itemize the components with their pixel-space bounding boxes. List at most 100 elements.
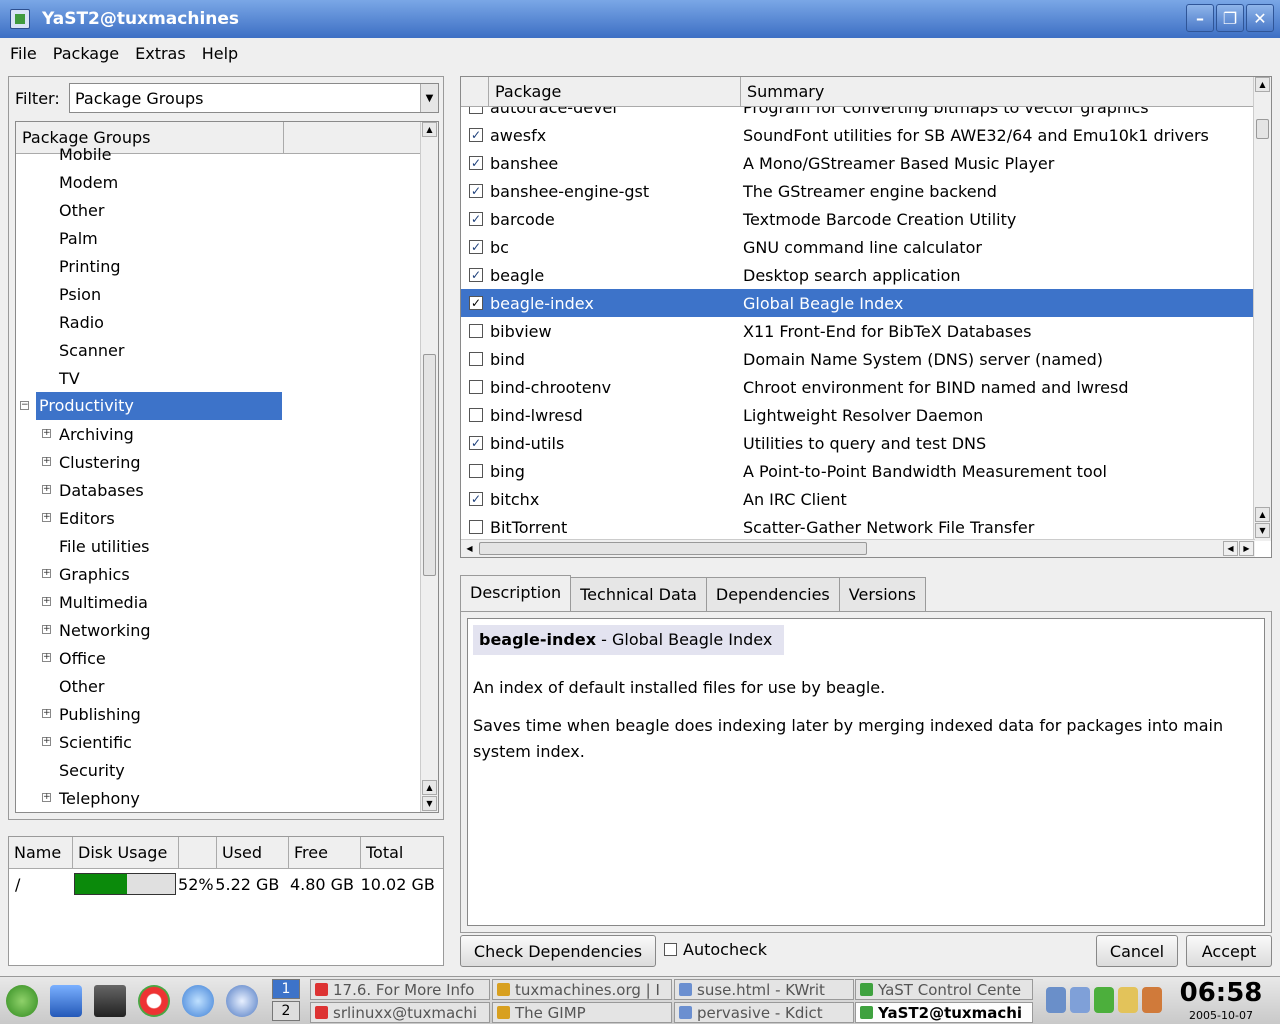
taskbar-task-button[interactable]: YaST Control Cente	[855, 979, 1033, 1000]
tree-item[interactable]: File utilities	[16, 532, 420, 560]
tab-description[interactable]: Description	[460, 575, 572, 611]
dropdown-arrow-icon[interactable]: ▼	[420, 84, 438, 112]
tree-item[interactable]: + Clustering	[16, 448, 420, 476]
expand-icon[interactable]: +	[42, 625, 51, 634]
package-vscrollbar[interactable]: ▲ ▲ ▼	[1253, 77, 1271, 541]
table-row[interactable]: bibview X11 Front-End for BibTeX Database…	[461, 317, 1255, 345]
tree-item[interactable]: Mobile	[16, 140, 420, 168]
scroll-thumb[interactable]	[1256, 119, 1269, 139]
tree-item[interactable]: Psion	[16, 280, 420, 308]
unchecked-checkbox-icon[interactable]	[469, 520, 483, 534]
taskbar-task-button[interactable]: tuxmachines.org | I	[492, 979, 672, 1000]
tab-technical-data[interactable]: Technical Data	[570, 577, 707, 611]
scroll-left-icon[interactable]: ◀	[1223, 541, 1238, 556]
expand-icon[interactable]: +	[42, 709, 51, 718]
minimize-button[interactable]: –	[1186, 4, 1214, 32]
tree-item[interactable]: + Databases	[16, 476, 420, 504]
table-row[interactable]: ✓ banshee A Mono/GStreamer Based Music Pla…	[461, 149, 1255, 177]
tree-item[interactable]: + Editors	[16, 504, 420, 532]
table-row[interactable]: ✓ bc GNU command line calculator	[461, 233, 1255, 261]
checked-checkbox-icon[interactable]: ✓	[469, 268, 483, 282]
status-column-header[interactable]	[461, 77, 489, 106]
maximize-button[interactable]: ❐	[1216, 4, 1244, 32]
tree-item[interactable]: Security	[16, 756, 420, 784]
unchecked-checkbox-icon[interactable]	[469, 380, 483, 394]
clock[interactable]: 06:58 2005-10-07	[1176, 977, 1266, 1022]
table-row[interactable]: ✓ bind-utils Utilities to query and test D…	[461, 429, 1255, 457]
title-bar[interactable]: YaST2@tuxmachines – ❐ ✕	[0, 0, 1280, 38]
tree-item[interactable]: Scanner	[16, 336, 420, 364]
checkbox-icon[interactable]	[664, 943, 677, 956]
tree-item[interactable]: Other	[16, 672, 420, 700]
close-button[interactable]: ✕	[1246, 4, 1274, 32]
disk-col-percent[interactable]	[179, 837, 217, 868]
volume-icon[interactable]	[1046, 987, 1066, 1013]
taskbar-task-button[interactable]: pervasive - Kdict	[674, 1002, 854, 1023]
table-row[interactable]: ✓ awesfx SoundFont utilities for SB AWE32/…	[461, 121, 1255, 149]
tree-item[interactable]: + Archiving	[16, 420, 420, 448]
tab-versions[interactable]: Versions	[838, 577, 926, 611]
scroll-thumb[interactable]	[423, 354, 436, 576]
desktop-2-button[interactable]: 2	[272, 1001, 300, 1021]
mail-icon[interactable]	[226, 985, 258, 1017]
terminal-icon[interactable]	[94, 985, 126, 1017]
klipper-icon[interactable]	[1142, 987, 1162, 1013]
disk-col-usage[interactable]: Disk Usage	[73, 837, 179, 868]
taskbar-task-button[interactable]: The GIMP	[492, 1002, 672, 1023]
unchecked-checkbox-icon[interactable]	[469, 352, 483, 366]
table-row[interactable]: bing A Point-to-Point Bandwidth Measureme…	[461, 457, 1255, 485]
expand-icon[interactable]: +	[42, 569, 51, 578]
expand-icon[interactable]: +	[42, 597, 51, 606]
table-row[interactable]: bind-chrootenv Chroot environment for BIN…	[461, 373, 1255, 401]
checked-checkbox-icon[interactable]: ✓	[469, 436, 483, 450]
taskbar-task-button[interactable]: suse.html - KWrit	[674, 979, 854, 1000]
tree-item[interactable]: Other	[16, 196, 420, 224]
table-row[interactable]: ✓ barcode Textmode Barcode Creation Utilit…	[461, 205, 1255, 233]
collapse-icon[interactable]: −	[20, 401, 29, 410]
table-row[interactable]: ✓ beagle-index Global Beagle Index	[461, 289, 1255, 317]
tree-item[interactable]: TV	[16, 364, 420, 392]
scroll-down-icon[interactable]: ▼	[1255, 523, 1270, 538]
tree-item[interactable]: + Publishing	[16, 700, 420, 728]
scroll-up-icon[interactable]: ▲	[1255, 77, 1270, 92]
table-row[interactable]: ✓ beagle Desktop search application	[461, 261, 1255, 289]
autocheck-checkbox[interactable]: Autocheck	[664, 940, 767, 959]
package-column-header[interactable]: Package	[489, 77, 741, 106]
check-dependencies-button[interactable]: Check Dependencies	[460, 935, 656, 967]
checked-checkbox-icon[interactable]: ✓	[469, 128, 483, 142]
checked-checkbox-icon[interactable]: ✓	[469, 296, 483, 310]
tree-item[interactable]: + Graphics	[16, 560, 420, 588]
scroll-up-icon[interactable]: ▲	[422, 780, 437, 795]
taskbar-task-button[interactable]: YaST2@tuxmachi	[855, 1002, 1033, 1023]
expand-icon[interactable]: +	[42, 653, 51, 662]
cancel-button[interactable]: Cancel	[1096, 935, 1178, 967]
scroll-thumb[interactable]	[479, 542, 867, 555]
tree-item[interactable]: + Multimedia	[16, 588, 420, 616]
checked-checkbox-icon[interactable]: ✓	[469, 492, 483, 506]
table-row[interactable]: bind Domain Name System (DNS) server (nam…	[461, 345, 1255, 373]
expand-icon[interactable]: +	[42, 737, 51, 746]
table-row[interactable]: ✓ banshee-engine-gst The GStreamer engine …	[461, 177, 1255, 205]
menu-file[interactable]: File	[4, 44, 43, 63]
scroll-right-icon[interactable]: ▶	[1239, 541, 1254, 556]
unchecked-checkbox-icon[interactable]	[469, 408, 483, 422]
help-lifebuoy-icon[interactable]	[138, 985, 170, 1017]
tree-item[interactable]: Modem	[16, 168, 420, 196]
home-folder-icon[interactable]	[50, 985, 82, 1017]
expand-icon[interactable]: +	[42, 429, 51, 438]
tree-item[interactable]: Printing	[16, 252, 420, 280]
disk-col-total[interactable]: Total	[361, 837, 443, 868]
accept-button[interactable]: Accept	[1186, 935, 1272, 967]
table-row[interactable]: bind-lwresd Lightweight Resolver Daemon	[461, 401, 1255, 429]
expand-icon[interactable]: +	[42, 513, 51, 522]
tree-item[interactable]: + Scientific	[16, 728, 420, 756]
scroll-up-icon[interactable]: ▲	[1255, 507, 1270, 522]
taskbar-task-button[interactable]: 17.6. For More Info	[310, 979, 490, 1000]
menu-extras[interactable]: Extras	[129, 44, 192, 63]
package-groups-tree[interactable]: Package Groups Mobile Modem Other Palm Print…	[15, 121, 439, 813]
table-row[interactable]: BitTorrent Scatter-Gather Network File Tr…	[461, 513, 1255, 541]
tree-scrollbar[interactable]: ▲ ▲ ▼	[420, 122, 438, 812]
expand-icon[interactable]: +	[42, 457, 51, 466]
disk-col-free[interactable]: Free	[289, 837, 361, 868]
network-icon[interactable]	[1070, 987, 1090, 1013]
